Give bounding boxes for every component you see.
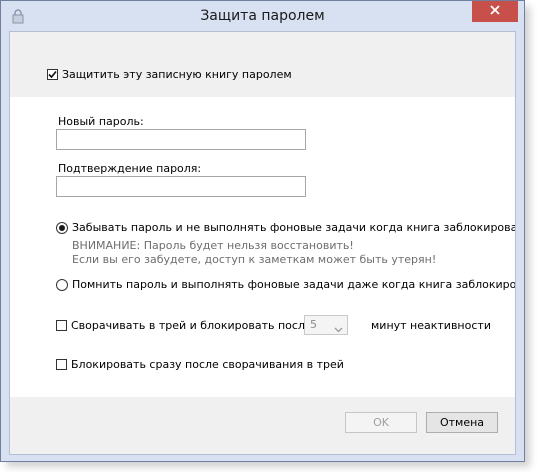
new-password-input[interactable] xyxy=(56,129,306,150)
confirm-password-label: Подтверждение пароля: xyxy=(58,162,202,175)
ok-button[interactable]: OK xyxy=(345,412,417,433)
confirm-password-label-row: Подтверждение пароля: xyxy=(58,162,201,175)
protect-notebook-checkbox[interactable]: Защитить эту записную книгу паролем xyxy=(47,68,292,81)
confirm-password-input[interactable] xyxy=(56,176,306,197)
minutes-suffix: минут неактивности xyxy=(371,319,491,332)
dialog-content: Защитить эту записную книгу паролем Новы… xyxy=(9,31,516,455)
chevron-down-icon xyxy=(334,321,343,339)
checkbox[interactable] xyxy=(56,320,67,331)
minimize-lock-checkbox[interactable]: Сворачивать в трей и блокировать после xyxy=(56,319,312,332)
close-icon xyxy=(490,5,500,18)
checkbox[interactable] xyxy=(47,69,58,80)
protect-header-band xyxy=(10,32,515,97)
minutes-select[interactable]: 5 xyxy=(304,315,348,335)
new-password-label-row: Новый пароль: xyxy=(58,115,144,128)
close-button[interactable] xyxy=(472,1,518,22)
protect-notebook-label: Защитить эту записную книгу паролем xyxy=(62,68,292,81)
remember-password-radio[interactable]: Помнить пароль и выполнять фоновые задач… xyxy=(56,278,516,291)
new-password-label: Новый пароль: xyxy=(58,115,144,128)
remember-password-label: Помнить пароль и выполнять фоновые задач… xyxy=(72,278,516,291)
title-bar[interactable]: Защита паролем xyxy=(1,1,524,31)
dialog-window: Защита паролем Защитить эту записную кни… xyxy=(0,0,525,462)
checkbox[interactable] xyxy=(56,359,67,370)
minutes-suffix-row: минут неактивности xyxy=(371,319,491,332)
forget-password-radio[interactable]: Забывать пароль и не выполнять фоновые з… xyxy=(56,221,516,234)
radio-button[interactable] xyxy=(56,278,68,291)
lock-immediately-label: Блокировать сразу после сворачивания в т… xyxy=(71,358,344,371)
forget-password-label: Забывать пароль и не выполнять фоновые з… xyxy=(72,221,516,234)
minimize-lock-label: Сворачивать в трей и блокировать после xyxy=(71,319,312,332)
window-title: Защита паролем xyxy=(200,8,325,24)
warning-line-1: ВНИМАНИЕ: Пароль будет нельзя восстанови… xyxy=(72,239,354,252)
minutes-value: 5 xyxy=(310,318,317,331)
radio-button[interactable] xyxy=(56,221,68,234)
lock-immediately-checkbox[interactable]: Блокировать сразу после сворачивания в т… xyxy=(56,358,344,371)
warning-line-2: Если вы его забудете, доступ к заметкам … xyxy=(72,253,437,266)
cancel-button[interactable]: Отмена xyxy=(426,412,498,433)
